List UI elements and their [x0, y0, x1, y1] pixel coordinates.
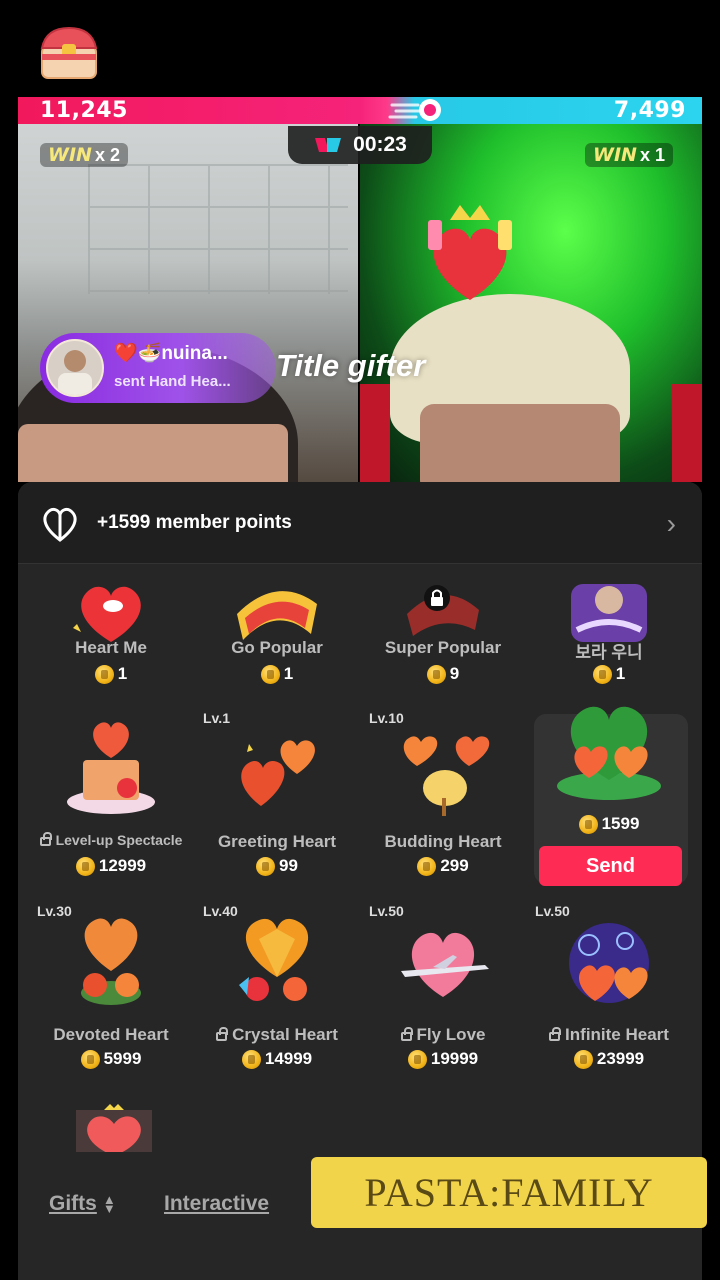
heart-castle-gift-icon	[67, 722, 155, 814]
member-points-row[interactable]: +1599 member points ›	[18, 482, 702, 564]
heart-outline-icon	[43, 507, 77, 542]
gift-name: Budding Heart	[384, 832, 502, 851]
coin-icon	[256, 856, 276, 876]
lock-icon	[39, 832, 52, 846]
gift-budding-heart[interactable]: Lv.10 Budding Heart 299	[363, 710, 523, 880]
gift-alert-pill[interactable]: ❤️🍜nuina... sent Hand Hea...	[40, 333, 276, 403]
gift-name: Level-up Spectacle	[31, 832, 191, 848]
level-badge: Lv.1	[203, 710, 230, 726]
gift-bora-wooni[interactable]: 보라 우니 1	[529, 564, 689, 694]
member-points-text: +1599 member points	[97, 512, 292, 533]
coin-icon	[592, 664, 612, 684]
coin-icon	[260, 664, 280, 684]
right-win-streak-badge: WIN x 1	[585, 143, 673, 167]
lock-icon	[216, 1027, 229, 1041]
coin-icon	[80, 1049, 100, 1069]
pasta-family-watermark: PASTA:FAMILY	[311, 1157, 707, 1228]
gift-price: 299	[363, 856, 523, 876]
heart-crown-effect-icon	[428, 205, 512, 300]
gift-level-up-spectacle[interactable]: Level-up Spectacle 12999	[31, 710, 191, 880]
coin-icon	[241, 1049, 261, 1069]
battle-score-bar: 11,245 7,499	[18, 97, 702, 124]
treasure-chest-icon[interactable]	[36, 24, 102, 82]
gift-name: Infinite Heart	[529, 1025, 689, 1045]
coin-icon	[573, 1049, 593, 1069]
fly-love-gift-icon	[401, 932, 489, 997]
coin-icon	[75, 856, 95, 876]
gift-name: Devoted Heart	[53, 1025, 169, 1044]
crystal-heart-gift-icon	[239, 918, 309, 1001]
lock-icon	[400, 1027, 413, 1041]
opponent-hoodie	[360, 384, 702, 482]
gift-heart-me[interactable]: Heart Me 1	[31, 564, 191, 694]
gift-price: 9	[363, 664, 523, 684]
budding-heart-gift-icon	[403, 736, 490, 816]
lock-icon	[549, 1027, 562, 1041]
gift-infinite-heart[interactable]: Lv.50 Infinite Heart 23999	[529, 903, 689, 1073]
host-face	[18, 424, 288, 482]
tab-interactive[interactable]: Interactive	[164, 1192, 269, 1216]
gift-crystal-heart[interactable]: Lv.40 Crystal Heart 14999	[197, 903, 357, 1073]
gift-greeting-heart[interactable]: Lv.1 Greeting Heart 99	[197, 710, 357, 880]
gift-go-popular[interactable]: Go Popular 1	[197, 564, 357, 694]
coin-icon	[578, 814, 598, 834]
gift-selected-heart-garden[interactable]: 1599	[529, 694, 689, 864]
gift-price: 1	[197, 664, 357, 684]
coin-icon	[417, 856, 437, 876]
left-score: 11,245	[40, 98, 128, 123]
gift-price: 99	[197, 856, 357, 876]
title-gifter-label: Title gifter	[276, 348, 426, 383]
right-host-video[interactable]	[360, 124, 702, 482]
gift-price: 19999	[363, 1049, 523, 1069]
gift-super-popular[interactable]: Super Popular 9	[363, 564, 523, 694]
left-win-streak-badge: WIN x 2	[40, 143, 128, 167]
sort-arrows-icon: ▲ ▼	[102, 1192, 116, 1217]
greeting-heart-gift-icon	[241, 740, 315, 806]
gift-price: 5999	[31, 1049, 191, 1069]
gift-price: 1	[529, 664, 689, 684]
gift-name: Crystal Heart	[197, 1025, 357, 1045]
gift-devoted-heart[interactable]: Lv.30 Devoted Heart 5999	[31, 903, 191, 1073]
gifter-name: ❤️🍜nuina...	[114, 343, 228, 364]
gift-name: Fly Love	[363, 1025, 523, 1045]
coin-icon	[407, 1049, 427, 1069]
coin-icon	[94, 664, 114, 684]
gift-name: 보라 우니	[575, 643, 643, 662]
score-spark-icon	[388, 99, 441, 121]
gift-name: Greeting Heart	[217, 832, 337, 851]
infinite-heart-gift-icon	[569, 923, 649, 1003]
gift-fly-love[interactable]: Lv.50 Fly Love 19999	[363, 903, 523, 1073]
gift-price: 1599	[529, 814, 689, 834]
versus-icon	[315, 138, 342, 152]
tab-gifts[interactable]: Gifts ▲ ▼	[49, 1192, 116, 1216]
gift-price: 12999	[31, 856, 191, 876]
gift-name: Heart Me	[75, 638, 147, 657]
gift-alert-message: sent Hand Hea...	[114, 373, 231, 390]
gift-price: 14999	[197, 1049, 357, 1069]
ceiling-background	[88, 164, 348, 294]
chevron-right-icon[interactable]: ›	[667, 508, 676, 540]
battle-timer: 00:23	[288, 126, 432, 164]
heart-throne-gift-icon[interactable]	[74, 1104, 154, 1156]
heart-garden-gift-icon	[557, 706, 661, 800]
gift-name: Super Popular	[384, 638, 502, 657]
coin-icon	[426, 664, 446, 684]
gifter-avatar[interactable]	[46, 339, 104, 397]
gift-price: 23999	[529, 1049, 689, 1069]
send-button[interactable]: Send	[539, 846, 682, 886]
gift-price: 1	[31, 664, 191, 684]
devoted-heart-gift-icon	[81, 918, 141, 1005]
gift-name: Go Popular	[231, 638, 323, 657]
right-score: 7,499	[613, 98, 686, 123]
left-host-video[interactable]	[18, 124, 358, 482]
